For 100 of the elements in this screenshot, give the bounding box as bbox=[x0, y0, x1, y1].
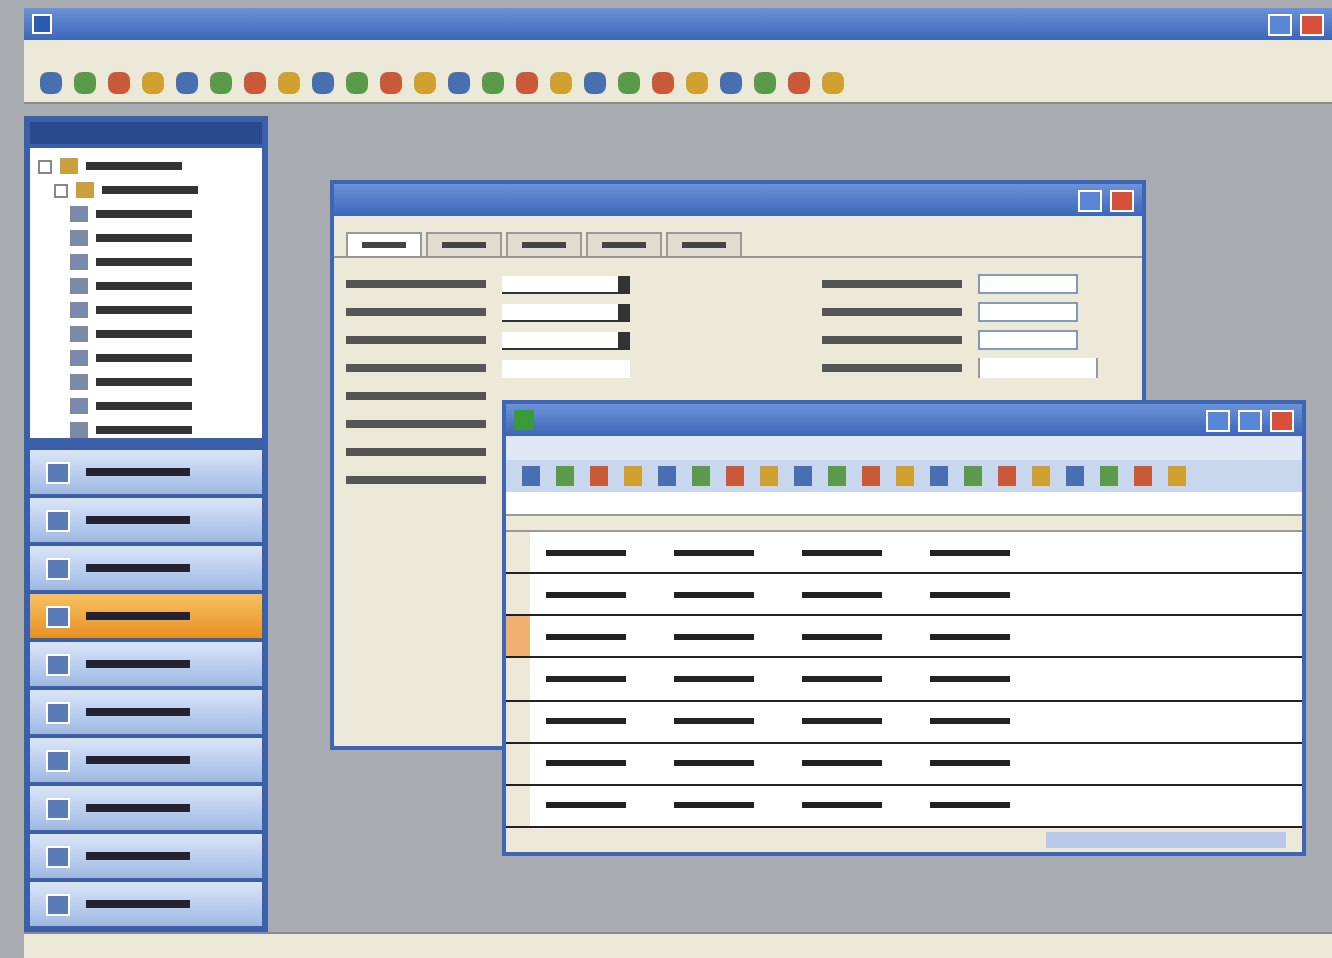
form-tab[interactable] bbox=[346, 232, 422, 256]
input-field[interactable] bbox=[502, 359, 630, 377]
nav-item[interactable] bbox=[30, 498, 262, 542]
illegible-label bbox=[346, 308, 486, 316]
row-header[interactable] bbox=[506, 785, 530, 826]
illegible-label bbox=[822, 280, 962, 288]
toolbar-button[interactable] bbox=[244, 72, 266, 94]
row-header[interactable] bbox=[506, 616, 530, 657]
row-header[interactable] bbox=[506, 532, 530, 573]
illegible-label bbox=[96, 402, 192, 411]
nav-icon bbox=[46, 653, 70, 675]
toolbar-button[interactable] bbox=[754, 72, 776, 94]
illegible-label bbox=[346, 448, 486, 456]
minimize-button[interactable] bbox=[1078, 189, 1102, 211]
illegible-label bbox=[822, 364, 962, 372]
illegible-label bbox=[86, 804, 190, 812]
illegible-label bbox=[674, 802, 754, 809]
illegible-label bbox=[802, 675, 882, 682]
app-icon bbox=[32, 14, 52, 34]
nav-icon bbox=[46, 461, 70, 483]
toolbar-button[interactable] bbox=[346, 72, 368, 94]
toolbar-button[interactable] bbox=[108, 72, 130, 94]
toolbar-button[interactable] bbox=[40, 72, 62, 94]
illegible-label bbox=[96, 282, 192, 291]
toolbar-button[interactable] bbox=[584, 72, 606, 94]
row-header[interactable] bbox=[506, 701, 530, 742]
toolbar-button[interactable] bbox=[822, 72, 844, 94]
toolbar-button[interactable] bbox=[686, 72, 708, 94]
illegible-label bbox=[546, 675, 626, 682]
nav-item[interactable] bbox=[30, 642, 262, 686]
toolbar-button[interactable] bbox=[380, 72, 402, 94]
nav-item[interactable] bbox=[30, 834, 262, 878]
illegible-label bbox=[86, 708, 190, 716]
toolbar-button[interactable] bbox=[278, 72, 300, 94]
illegible-label bbox=[802, 549, 882, 556]
toolbar-button[interactable] bbox=[720, 72, 742, 94]
illegible-label bbox=[930, 718, 1010, 725]
minimize-button[interactable] bbox=[1206, 409, 1230, 431]
form-tab[interactable] bbox=[506, 232, 582, 256]
toolbar-button[interactable] bbox=[414, 72, 436, 94]
text-area[interactable] bbox=[978, 358, 1098, 378]
illegible-label bbox=[86, 612, 190, 620]
illegible-label bbox=[96, 258, 192, 267]
close-button[interactable] bbox=[1270, 409, 1294, 431]
illegible-label bbox=[822, 336, 962, 344]
illegible-label bbox=[86, 852, 190, 860]
dropdown-field[interactable] bbox=[502, 303, 630, 321]
toolbar-button[interactable] bbox=[74, 72, 96, 94]
illegible-label bbox=[96, 234, 192, 243]
illegible-label bbox=[822, 308, 962, 316]
nav-item[interactable] bbox=[30, 690, 262, 734]
illegible-label bbox=[546, 802, 626, 809]
illegible-label bbox=[86, 900, 190, 908]
input-field[interactable] bbox=[978, 274, 1078, 294]
toolbar-button[interactable] bbox=[312, 72, 334, 94]
maximize-button[interactable] bbox=[1238, 409, 1262, 431]
input-field[interactable] bbox=[978, 302, 1078, 322]
restore-button[interactable] bbox=[1268, 13, 1292, 35]
illegible-label bbox=[346, 364, 486, 372]
nav-icon bbox=[46, 605, 70, 627]
illegible-label bbox=[86, 756, 190, 764]
form-tab[interactable] bbox=[586, 232, 662, 256]
close-button[interactable] bbox=[1300, 13, 1324, 35]
nav-item[interactable] bbox=[30, 786, 262, 830]
toolbar-button[interactable] bbox=[142, 72, 164, 94]
illegible-label bbox=[86, 162, 182, 171]
row-header[interactable] bbox=[506, 574, 530, 615]
nav-item[interactable] bbox=[30, 594, 262, 638]
toolbar-button[interactable] bbox=[516, 72, 538, 94]
nav-item[interactable] bbox=[30, 882, 262, 926]
nav-item[interactable] bbox=[30, 546, 262, 590]
form-tab[interactable] bbox=[426, 232, 502, 256]
form-tab[interactable] bbox=[666, 232, 742, 256]
nav-item[interactable] bbox=[30, 738, 262, 782]
close-button[interactable] bbox=[1110, 189, 1134, 211]
illegible-label bbox=[802, 718, 882, 725]
expander-icon[interactable] bbox=[54, 183, 68, 198]
toolbar-button[interactable] bbox=[788, 72, 810, 94]
illegible-label bbox=[86, 564, 190, 572]
toolbar-button[interactable] bbox=[210, 72, 232, 94]
dropdown-field[interactable] bbox=[502, 331, 630, 349]
toolbar-button[interactable] bbox=[550, 72, 572, 94]
toolbar-button[interactable] bbox=[482, 72, 504, 94]
toolbar-button[interactable] bbox=[448, 72, 470, 94]
dropdown-field[interactable] bbox=[502, 275, 630, 293]
illegible-label bbox=[346, 336, 486, 344]
input-field[interactable] bbox=[978, 330, 1078, 350]
row-header[interactable] bbox=[506, 743, 530, 784]
illegible-label bbox=[930, 802, 1010, 809]
toolbar-button[interactable] bbox=[618, 72, 640, 94]
illegible-label bbox=[546, 760, 626, 767]
expander-icon[interactable] bbox=[38, 159, 52, 174]
illegible-label bbox=[674, 591, 754, 598]
illegible-label bbox=[346, 476, 486, 484]
illegible-label bbox=[346, 420, 486, 428]
illegible-label bbox=[930, 675, 1010, 682]
nav-item[interactable] bbox=[30, 450, 262, 494]
illegible-label bbox=[674, 718, 754, 725]
toolbar-button[interactable] bbox=[176, 72, 198, 94]
toolbar-button[interactable] bbox=[652, 72, 674, 94]
